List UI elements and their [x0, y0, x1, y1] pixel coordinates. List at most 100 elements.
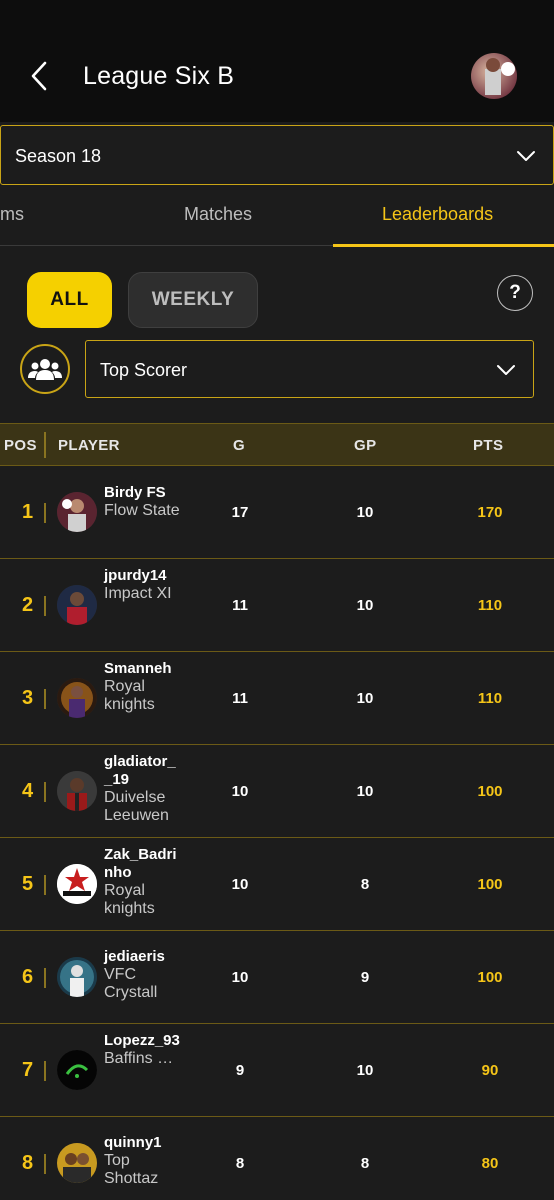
games-played-value: 10	[356, 504, 374, 521]
users-icon	[28, 359, 62, 380]
row-position: 5	[22, 873, 34, 895]
column-player[interactable]: PLAYER	[58, 437, 120, 454]
table-row[interactable]: 5 Zak_Badrinho Royal knights 10 8 100	[0, 838, 554, 931]
row-divider	[44, 968, 46, 988]
games-played-value: 9	[360, 969, 370, 986]
tab-leaderboards[interactable]: Leaderboards	[382, 204, 493, 225]
games-played-value: 10	[356, 783, 374, 800]
row-position: 7	[22, 1059, 34, 1081]
games-played-value: 8	[360, 1155, 370, 1172]
player-info: Lopezz_93 Baffins Rovers…	[104, 1032, 182, 1068]
filter-all-button[interactable]: ALL	[27, 272, 112, 328]
player-avatar	[57, 957, 97, 997]
tab-bar: ams Matches Leaderboards	[0, 188, 554, 247]
player-info: gladiator__19 Duivelse Leeuwen	[104, 753, 182, 825]
row-position: 2	[22, 594, 34, 616]
row-divider	[44, 875, 46, 895]
player-info: Birdy FS Flow State	[104, 484, 182, 520]
active-tab-indicator	[333, 244, 554, 247]
row-divider	[44, 782, 46, 802]
player-avatar	[57, 585, 97, 625]
player-info: jpurdy14 Impact XI	[104, 567, 182, 603]
row-position: 4	[22, 780, 34, 802]
points-value: 100	[477, 969, 503, 986]
chevron-down-icon	[497, 365, 515, 375]
group-button[interactable]	[20, 344, 70, 394]
stat-dropdown-value: Top Scorer	[100, 360, 188, 380]
table-row[interactable]: 7 Lopezz_93 Baffins Rovers… 9 10 90	[0, 1024, 554, 1117]
table-row[interactable]: 2 jpurdy14 Impact XI 11 10 110	[0, 559, 554, 652]
back-button[interactable]	[26, 58, 54, 94]
table-row[interactable]: 4 gladiator__19 Duivelse Leeuwen 10 10 1…	[0, 745, 554, 838]
player-avatar	[57, 492, 97, 532]
player-info: jediaeris VFC Crystall	[104, 948, 182, 1002]
player-name[interactable]: Lopezz_93	[104, 1032, 182, 1050]
player-name[interactable]: Zak_Badrinho	[104, 846, 182, 882]
row-divider	[44, 689, 46, 709]
player-avatar	[57, 864, 97, 904]
player-team: Royal knights	[104, 882, 155, 917]
tab-teams[interactable]: ams	[0, 204, 24, 225]
help-button[interactable]: ?	[497, 275, 533, 311]
chevron-left-icon	[31, 61, 47, 91]
player-team: Royal knights	[104, 678, 155, 713]
player-name[interactable]: jpurdy14	[104, 567, 182, 585]
column-goals[interactable]: G	[233, 437, 245, 454]
player-info: Zak_Badrinho Royal knights	[104, 846, 182, 918]
player-team: Baffins Rovers…	[104, 1050, 182, 1067]
row-divider	[44, 596, 46, 616]
row-divider	[44, 1154, 46, 1174]
player-avatar	[57, 771, 97, 811]
table-row[interactable]: 6 jediaeris VFC Crystall 10 9 100	[0, 931, 554, 1024]
goals-value: 8	[235, 1155, 245, 1172]
app-header: League Six B	[0, 0, 554, 122]
table-row[interactable]: 8 quinny1 Top Shottaz 8 8 80	[0, 1117, 554, 1200]
goals-value: 11	[232, 690, 248, 707]
goals-value: 10	[231, 876, 249, 893]
points-value: 110	[477, 597, 503, 614]
games-played-value: 10	[356, 690, 374, 707]
games-played-value: 10	[356, 597, 374, 614]
points-value: 170	[477, 504, 503, 521]
table-row[interactable]: 1 Birdy FS Flow State 17 10 170	[0, 466, 554, 559]
player-avatar	[57, 1143, 97, 1183]
player-team: Flow State	[104, 502, 180, 519]
row-divider	[44, 503, 46, 523]
filter-weekly-button[interactable]: WEEKLY	[128, 272, 258, 328]
points-value: 110	[477, 690, 503, 707]
column-points[interactable]: PTS	[473, 437, 503, 454]
player-name[interactable]: Smanneh	[104, 660, 182, 678]
player-name[interactable]: jediaeris	[104, 948, 182, 966]
player-name[interactable]: quinny1	[104, 1134, 182, 1152]
row-position: 3	[22, 687, 34, 709]
points-value: 100	[477, 783, 503, 800]
goals-value: 17	[231, 504, 249, 521]
games-played-value: 10	[356, 1062, 374, 1079]
goals-value: 9	[235, 1062, 245, 1079]
column-games-played[interactable]: GP	[354, 437, 376, 454]
player-avatar	[57, 1050, 97, 1090]
season-dropdown[interactable]: Season 18	[0, 125, 554, 185]
points-value: 90	[481, 1062, 499, 1079]
goals-value: 11	[232, 597, 248, 614]
column-pos[interactable]: POS	[4, 437, 37, 454]
points-value: 100	[477, 876, 503, 893]
player-team: Impact XI	[104, 585, 172, 602]
tab-matches[interactable]: Matches	[184, 204, 252, 225]
row-position: 1	[22, 501, 34, 523]
player-team: Top Shottaz	[104, 1152, 159, 1187]
table-row[interactable]: 3 Smanneh Royal knights 11 10 110	[0, 652, 554, 745]
question-mark-icon: ?	[509, 282, 521, 303]
player-name[interactable]: gladiator__19	[104, 753, 182, 789]
goals-value: 10	[231, 783, 249, 800]
goals-value: 10	[231, 969, 249, 986]
player-avatar	[57, 678, 97, 718]
page-title: League Six B	[83, 62, 235, 90]
player-name[interactable]: Birdy FS	[104, 484, 182, 502]
player-info: Smanneh Royal knights	[104, 660, 182, 714]
points-value: 80	[481, 1155, 499, 1172]
chevron-down-icon	[517, 151, 535, 161]
stat-dropdown[interactable]: Top Scorer	[85, 340, 534, 398]
player-team: Duivelse Leeuwen	[104, 789, 169, 824]
user-avatar[interactable]	[471, 53, 517, 99]
